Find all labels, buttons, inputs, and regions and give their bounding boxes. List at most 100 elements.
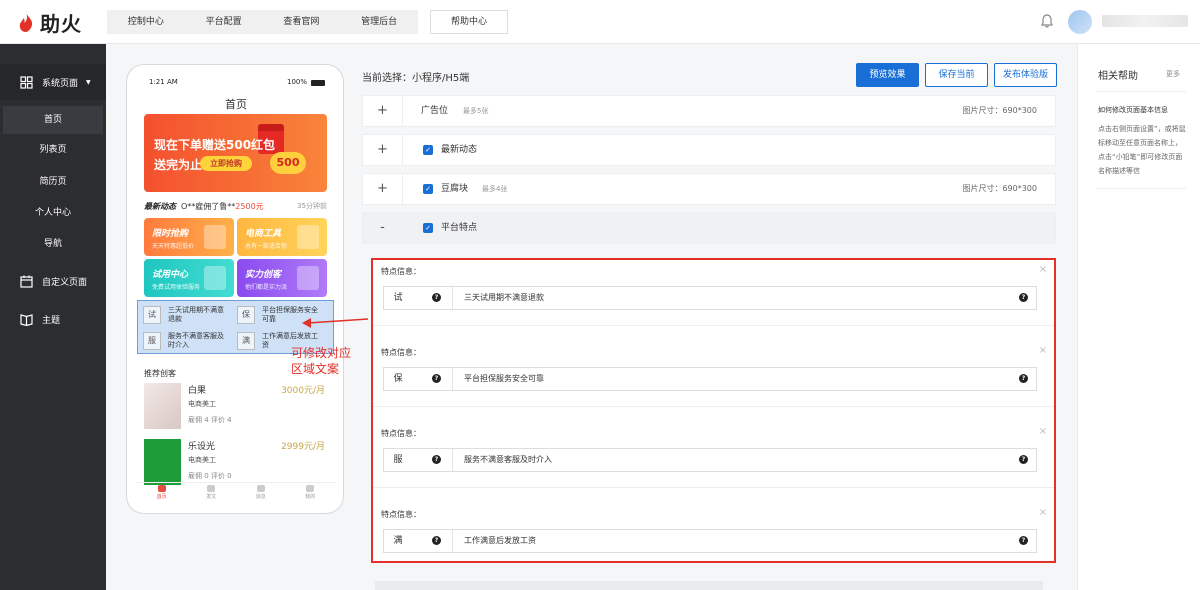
tab-post[interactable]: 发文 [187,483,237,504]
help-more-link[interactable]: 更多 [1166,69,1180,79]
sidebar-sub-list[interactable]: 列表页 [0,136,106,164]
close-icon[interactable]: × [1039,507,1047,518]
top-bar: 助火 控制中心 平台配置 查看官网 管理后台 帮助中心 [0,0,1200,44]
expand-toggle[interactable]: + [363,174,403,204]
checkbox-checked-icon[interactable]: ✓ [423,223,433,233]
card-title: 电商工具 [245,229,282,239]
question-icon[interactable]: ? [432,374,441,383]
sidebar-sub-nav[interactable]: 导航 [0,230,106,258]
tab-home[interactable]: 首页 [137,483,187,504]
feature-key-input[interactable]: 保 [384,368,412,390]
feature-key-input[interactable]: 服 [384,449,412,471]
maker-stats: 雇佣 0 评价 0 [188,472,232,480]
annotation-text: 可修改对应区域文案 [291,346,352,376]
sidebar-item-label: 自定义页面 [42,277,88,288]
user-avatar[interactable] [1068,10,1092,34]
topnav-official-site[interactable]: 查看官网 [263,10,341,34]
phone-status-bar: 1:21 AM 100% [149,78,325,90]
card-trial-center[interactable]: 试用中心 免费试用体验服务 [144,259,234,297]
module-hint: 最多4张 [482,185,508,193]
divider [452,449,453,471]
banner-buy-button[interactable]: 立即抢购 [200,156,252,171]
save-button[interactable]: 保存当前 [925,63,988,87]
feature-value-input[interactable]: 三天试用期不满意退款 [464,287,544,309]
sidebar: 系统页面 ▼ 首页 列表页 简历页 个人中心 导航 自定义页面 主题 [0,44,106,590]
question-icon[interactable]: ? [432,536,441,545]
next-module-row[interactable] [375,581,1043,590]
module-row-ad[interactable]: + 广告位 最多5张 图片尺寸：690*300 [362,95,1056,127]
feature-key-input[interactable]: 试 [384,287,412,309]
checkbox-checked-icon[interactable]: ✓ [423,145,433,155]
feature-text: 服务不满意客服及时介入 [168,332,224,349]
close-icon[interactable]: × [1039,264,1047,275]
feature-label: 特点信息： [381,510,421,519]
topnav-control-center[interactable]: 控制中心 [107,10,185,34]
top-nav: 控制中心 平台配置 查看官网 管理后台 [107,10,418,34]
feature-value-input[interactable]: 服务不满意客服及时介入 [464,449,552,471]
module-row-news[interactable]: + ✓ 最新动态 [362,134,1056,166]
feature-badge: 试 [143,306,161,324]
sidebar-item-custom-pages[interactable]: 自定义页面 [0,267,106,295]
news-text: O**雇佣了鲁**2500元 [181,202,264,211]
question-icon[interactable]: ? [432,293,441,302]
card-ecom-tools[interactable]: 电商工具 总有一款适合你 [237,218,327,256]
card-flash-sale[interactable]: 限时抢购 天天特惠超低价 [144,218,234,256]
close-icon[interactable]: × [1039,426,1047,437]
brand-logo[interactable]: 助火 [18,10,82,36]
feature-value-input[interactable]: 工作满意后发放工资 [464,530,536,552]
promo-banner[interactable]: 现在下单赠送500红包 送完为止 立即抢购 500 [144,114,327,192]
divider [373,325,1054,326]
sidebar-sub-profile[interactable]: 个人中心 [0,199,106,227]
help-article-title[interactable]: 如何修改页面基本信息 [1098,105,1168,115]
brand-name: 助火 [40,11,82,36]
monitor-icon [297,225,319,249]
news-ticker[interactable]: 最新动态 O**雇佣了鲁**2500元 35分钟前 [144,201,327,213]
checkbox-checked-icon[interactable]: ✓ [423,184,433,194]
question-icon[interactable]: ? [1019,536,1028,545]
features-edit-panel: 特点信息： × 试 ? 三天试用期不满意退款 ? 特点信息： × 保 ? 平台担… [371,258,1056,563]
card-makers[interactable]: 实力创客 他们都是实力派 [237,259,327,297]
sidebar-item-label: 系统页面 [42,78,79,89]
sidebar-sub-resume[interactable]: 简历页 [0,168,106,196]
module-row-features[interactable]: - ✓ 平台特点 [362,212,1056,244]
expand-toggle[interactable]: + [363,135,403,165]
feature-key-input[interactable]: 满 [384,530,412,552]
recommend-item[interactable]: 白果 3000元/月 电商美工 雇佣 4 评价 4 [144,383,327,433]
tab-mine[interactable]: 我的 [286,483,336,504]
card-title: 限时抢购 [152,229,189,239]
maker-photo [144,439,181,485]
chevron-down-icon: ▼ [86,78,91,86]
user-name-blurred[interactable] [1102,15,1188,27]
collapse-toggle[interactable]: - [363,213,403,243]
expand-toggle[interactable]: + [363,96,403,126]
question-icon[interactable]: ? [1019,374,1028,383]
question-icon[interactable]: ? [432,455,441,464]
module-row-tofu[interactable]: + ✓ 豆腐块 最多4张 图片尺寸：690*300 [362,173,1056,205]
maker-stats: 雇佣 4 评价 4 [188,416,232,424]
recommend-title: 推荐创客 [144,369,176,378]
grid-icon [20,75,33,89]
home-tab-icon [157,485,166,492]
bell-icon[interactable] [1041,14,1053,28]
feature-edit-block: 特点信息： × 试 ? 三天试用期不满意退款 ? [381,262,1047,332]
tab-messages[interactable]: 消息 [236,483,286,504]
question-icon[interactable]: ? [1019,293,1028,302]
close-icon[interactable]: × [1039,345,1047,356]
sidebar-item-theme[interactable]: 主题 [0,305,106,333]
help-title: 相关帮助 [1098,71,1138,82]
question-icon[interactable]: ? [1019,455,1028,464]
card-subtitle: 他们都是实力派 [245,284,288,291]
person-icon [204,266,226,290]
topnav-platform-config[interactable]: 平台配置 [185,10,263,34]
preview-button[interactable]: 预览效果 [856,63,919,87]
sidebar-sub-home[interactable]: 首页 [3,106,103,134]
topnav-admin[interactable]: 管理后台 [340,10,418,34]
phone-tab-bar: 首页 发文 消息 我的 [137,482,335,504]
sidebar-item-system-pages[interactable]: 系统页面 ▼ [0,64,106,100]
divider [452,530,453,552]
publish-button[interactable]: 发布体验版 [994,63,1057,87]
annotation-arrow-icon [302,318,369,328]
module-image-size: 图片尺寸：690*300 [962,106,1037,115]
feature-value-input[interactable]: 平台担保服务安全可靠 [464,368,544,390]
help-center-button[interactable]: 帮助中心 [430,10,508,34]
